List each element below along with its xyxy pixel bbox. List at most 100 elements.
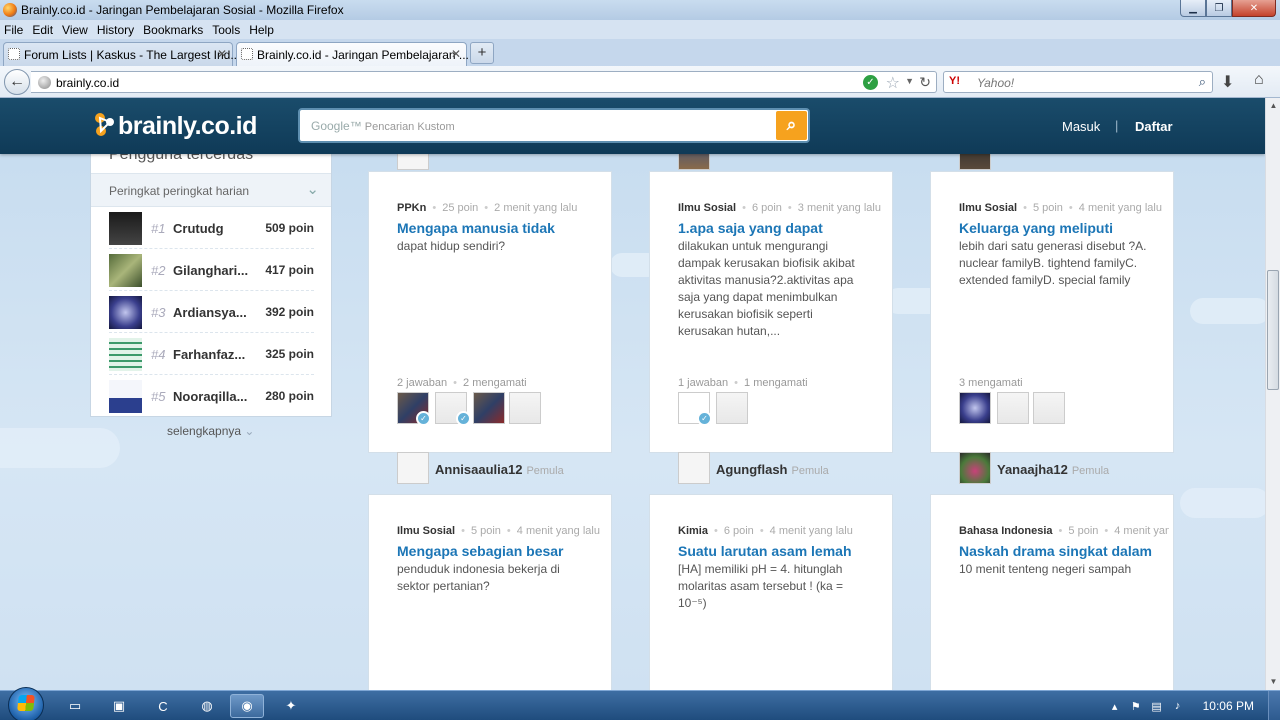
scroll-down-icon[interactable]: ▼	[1266, 674, 1280, 690]
question-card[interactable]: Ilmu Sosial • 5 poin • 4 menit yang lalu Kel…	[930, 171, 1174, 453]
asker-name[interactable]: Yanaajha12 Pemula	[997, 462, 1109, 477]
question-card[interactable]: Ilmu Sosial • 5 poin • 4 menit yang lalu Men…	[368, 494, 612, 690]
avatar[interactable]	[109, 338, 142, 371]
restore-button[interactable]: ❐	[1206, 0, 1232, 17]
search-icon[interactable]: ⌕	[1199, 74, 1206, 90]
asker-name[interactable]: Agungflash Pemula	[716, 462, 829, 477]
tab-close-icon[interactable]: ✕	[451, 47, 461, 61]
question-card[interactable]: Kimia • 6 poin • 4 menit yang lalu Suatu lar…	[649, 494, 893, 690]
address-bar[interactable]: brainly.co.id ✓ ☆ ▼ ↻	[31, 71, 937, 93]
vertical-scrollbar[interactable]: ▲ ▼	[1265, 98, 1280, 690]
ccleaner-icon[interactable]: C	[146, 694, 180, 718]
chevron-down-icon[interactable]: ⌄	[306, 180, 319, 198]
avatar[interactable]	[509, 392, 541, 424]
bookmark-star-icon[interactable]: ☆	[886, 73, 900, 93]
avatar[interactable]	[109, 380, 142, 413]
ranking-row[interactable]: #1 Crutudg 509 poin	[109, 207, 314, 249]
ranking-row[interactable]: #4 Farhanfaz... 325 poin	[109, 333, 314, 375]
close-button[interactable]: ✕	[1232, 0, 1276, 17]
user-name[interactable]: Gilanghari...	[173, 263, 253, 278]
download-icon[interactable]: ⬇	[1221, 72, 1234, 92]
yahoo-engine-icon[interactable]: Y!	[949, 75, 960, 87]
tray-expand-icon[interactable]: ▴	[1106, 700, 1124, 713]
question-card[interactable]: Ilmu Sosial • 6 poin • 3 menit yang lalu 1.a…	[649, 171, 893, 453]
user-name[interactable]: Nooraqilla...	[173, 389, 253, 404]
app-icon[interactable]: ◍	[190, 694, 224, 718]
menu-view[interactable]: View	[62, 23, 88, 37]
url-text[interactable]: brainly.co.id	[56, 76, 119, 90]
home-icon[interactable]: ⌂	[1254, 71, 1264, 89]
subject-label[interactable]: Bahasa Indonesia	[959, 525, 1053, 537]
question-card[interactable]: PPKn • 25 poin • 2 menit yang lalu Mengapa m…	[368, 171, 612, 453]
avatar[interactable]	[397, 452, 429, 484]
app-icon[interactable]: ✦	[274, 694, 308, 718]
subject-label[interactable]: Ilmu Sosial	[678, 202, 736, 214]
menu-file[interactable]: File	[4, 23, 23, 37]
avatar[interactable]	[1033, 392, 1065, 424]
tab-close-icon[interactable]: ✕	[217, 47, 227, 61]
firefox-taskbar-icon[interactable]: ◉	[230, 694, 264, 718]
question-title[interactable]: Suatu larutan asam lemah	[678, 543, 852, 559]
explorer-icon[interactable]: ▭	[58, 694, 92, 718]
register-link[interactable]: Daftar	[1135, 119, 1173, 134]
question-title[interactable]: Mengapa manusia tidak	[397, 220, 555, 236]
user-name[interactable]: Ardiansya...	[173, 305, 253, 320]
show-desktop-button[interactable]	[1268, 691, 1280, 720]
menu-tools[interactable]: Tools	[212, 23, 240, 37]
back-button[interactable]: ←	[4, 69, 30, 95]
subject-label[interactable]: Ilmu Sosial	[959, 202, 1017, 214]
user-name[interactable]: Farhanfaz...	[173, 347, 253, 362]
clock[interactable]: 10:06 PM	[1203, 699, 1254, 713]
brainly-logo-text[interactable]: brainly.co.id	[118, 112, 257, 141]
menu-help[interactable]: Help	[249, 23, 274, 37]
search-button[interactable]: ⌕	[776, 111, 807, 140]
subject-label[interactable]: Kimia	[678, 525, 708, 537]
avatar[interactable]	[109, 296, 142, 329]
tab-brainly[interactable]: Brainly.co.id - Jaringan Pembelajaran ..…	[236, 42, 469, 66]
ranking-row[interactable]: #5 Nooraqilla... 280 poin	[109, 375, 314, 417]
menu-history[interactable]: History	[97, 23, 134, 37]
asker-name-text[interactable]: Annisaaulia12	[435, 462, 522, 477]
check-icon[interactable]: ✓	[863, 75, 878, 90]
reload-icon[interactable]: ↻	[919, 74, 931, 91]
ranking-row[interactable]: #2 Gilanghari... 417 poin	[109, 249, 314, 291]
ranking-period-selector[interactable]: Peringkat peringkat harian ⌄	[91, 173, 331, 207]
scroll-up-icon[interactable]: ▲	[1266, 98, 1280, 114]
new-tab-button[interactable]: +	[470, 42, 494, 64]
user-name[interactable]: Crutudg	[173, 221, 253, 236]
avatar[interactable]	[109, 254, 142, 287]
network-icon[interactable]: ▤	[1148, 700, 1166, 713]
question-title[interactable]: Mengapa sebagian besar	[397, 543, 564, 559]
ranking-row[interactable]: #3 Ardiansya... 392 poin	[109, 291, 314, 333]
question-title[interactable]: Naskah drama singkat dalam	[959, 543, 1152, 559]
scrollbar-thumb[interactable]	[1267, 270, 1279, 390]
browser-search-box[interactable]: Y! Yahoo! ⌕	[943, 71, 1213, 93]
menu-bookmarks[interactable]: Bookmarks	[143, 23, 203, 37]
avatar[interactable]	[997, 392, 1029, 424]
minimize-button[interactable]: ▁	[1180, 0, 1206, 17]
subject-label[interactable]: Ilmu Sosial	[397, 525, 455, 537]
see-more-link[interactable]: selengkapnya ⌄	[167, 424, 254, 438]
action-center-icon[interactable]: ⚑	[1127, 700, 1145, 713]
start-button[interactable]	[8, 687, 44, 720]
question-card[interactable]: Bahasa Indonesia•5 poin•4 menit yang lal…	[930, 494, 1174, 690]
question-title[interactable]: 1.apa saja yang dapat	[678, 220, 823, 236]
avatar[interactable]	[473, 392, 505, 424]
history-dropdown-icon[interactable]: ▼	[905, 76, 914, 86]
site-search-input[interactable]: Google™ Pencarian Kustom ⌕	[298, 108, 810, 143]
volume-icon[interactable]: ♪	[1169, 700, 1187, 712]
avatar[interactable]	[959, 392, 991, 424]
asker-name-text[interactable]: Agungflash	[716, 462, 788, 477]
avatar[interactable]	[716, 392, 748, 424]
asker-name-text[interactable]: Yanaajha12	[997, 462, 1068, 477]
login-link[interactable]: Masuk	[1062, 119, 1100, 134]
subject-label[interactable]: PPKn	[397, 202, 426, 214]
avatar[interactable]	[678, 452, 710, 484]
brainly-logo-icon[interactable]	[91, 110, 119, 140]
asker-name[interactable]: Annisaaulia12 Pemula	[435, 462, 564, 477]
question-title[interactable]: Keluarga yang meliputi	[959, 220, 1113, 236]
command-prompt-icon[interactable]: ▣	[102, 694, 136, 718]
menu-edit[interactable]: Edit	[32, 23, 53, 37]
tab-kaskus[interactable]: Forum Lists | Kaskus - The Largest Ind..…	[3, 42, 240, 66]
avatar[interactable]	[109, 212, 142, 245]
